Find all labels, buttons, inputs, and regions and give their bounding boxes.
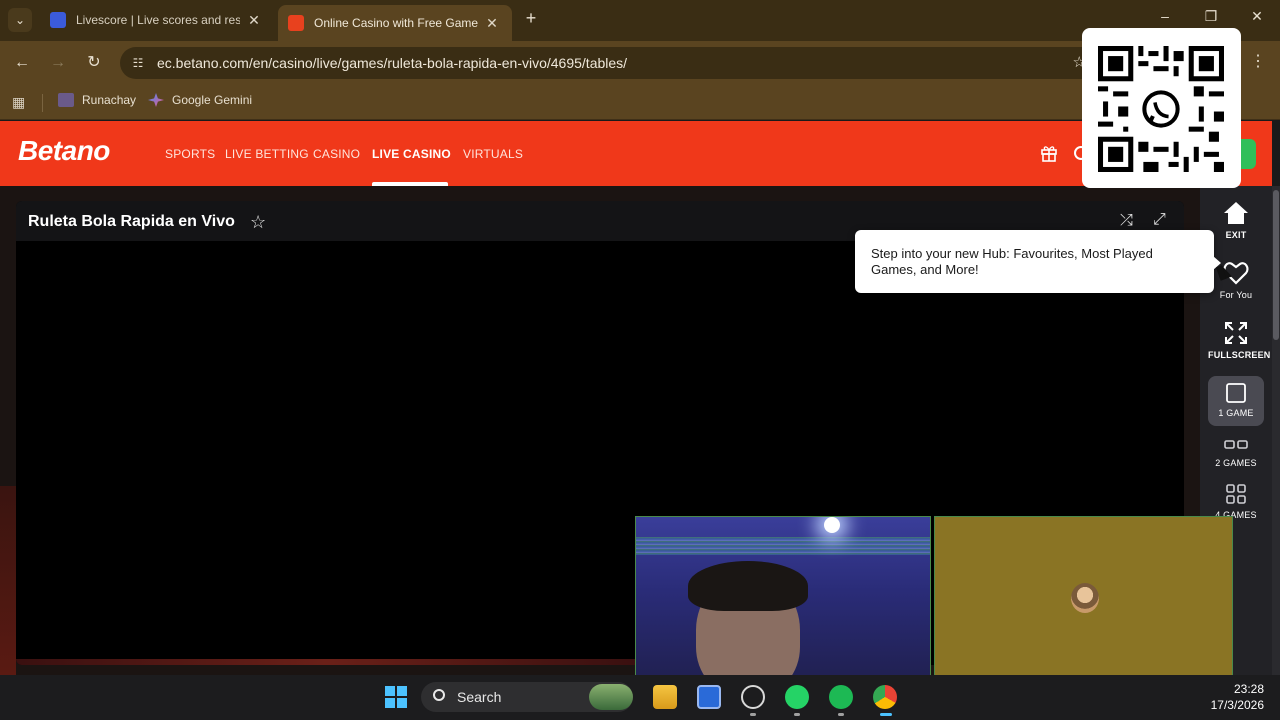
rail-2-games[interactable]: 2 GAMES [1208,436,1264,468]
bookmark-label: Runachay [82,93,137,107]
close-tab-icon[interactable]: ✕ [246,12,262,29]
bookmarks-divider [42,94,43,112]
tooltip-text: Step into your new Hub: Favourites, Most… [871,246,1153,277]
rail-4-games[interactable]: 4 GAMES [1208,482,1264,520]
rail-fullscreen[interactable]: FULLSCREEN [1208,320,1271,360]
clock-date: 17/3/2026 [1210,698,1264,712]
stream-overlay-panel [934,516,1233,682]
hub-tooltip[interactable]: Step into your new Hub: Favourites, Most… [855,230,1221,293]
nav-sports[interactable]: SPORTS [165,147,215,161]
windows-start-icon[interactable] [385,686,407,708]
nav-live-betting[interactable]: LIVE BETTING [225,147,309,161]
close-window-button[interactable]: ✕ [1245,8,1269,25]
home-icon [1224,202,1248,224]
restore-button[interactable]: ❐ [1199,8,1223,25]
address-bar[interactable]: ☷ ec.betano.com/en/casino/live/games/rul… [120,47,1100,79]
two-layout-icon [1224,440,1248,449]
fullscreen-icon [1225,322,1247,344]
rail-label: For You [1219,290,1253,300]
betano-favicon-icon [288,15,304,31]
favourite-star-icon[interactable]: ☆ [250,212,266,233]
bookmark-runachay[interactable]: Runachay [58,93,136,107]
tab-title: Online Casino with Free Games [314,16,478,30]
whatsapp-qr-code [1082,28,1241,188]
search-label: Search [457,689,502,705]
webcam-feed [635,516,931,682]
scrollbar-thumb[interactable] [1273,190,1279,340]
four-layout-icon [1226,484,1246,504]
clock-app-icon[interactable] [741,685,765,709]
minimize-button[interactable]: – [1153,8,1177,24]
running-indicator [750,713,756,716]
apps-grid-icon[interactable]: ▦ [12,94,25,111]
search-highlight-icon [589,684,633,710]
nav-live-casino[interactable]: LIVE CASINO [372,147,451,161]
close-tab-icon[interactable]: ✕ [484,15,500,32]
file-explorer-icon[interactable] [653,685,677,709]
windows-taskbar [0,675,1280,720]
whatsapp-icon[interactable] [785,685,809,709]
gift-icon[interactable] [1040,144,1058,162]
tab-betano-casino[interactable]: Online Casino with Free Games ✕ [278,5,512,41]
tab-title: Livescore | Live scores and resu [76,13,240,27]
qr-code-icon [1098,46,1224,172]
rail-1-game[interactable]: 1 GAME [1208,376,1264,426]
search-icon [433,689,445,701]
streamer-avatar [1071,583,1099,613]
single-layout-icon [1226,383,1246,403]
active-indicator [880,713,892,716]
taskbar-search[interactable]: Search [421,682,633,712]
site-info-icon[interactable]: ☷ [128,53,148,73]
rail-label: EXIT [1225,230,1247,240]
nav-casino[interactable]: CASINO [313,147,360,161]
webcam-interference [636,537,930,555]
livescore-favicon-icon [50,12,66,28]
running-indicator [794,713,800,716]
streamer-hair [688,561,808,611]
url-text[interactable]: ec.betano.com/en/casino/live/games/rulet… [157,55,627,71]
ceiling-light [824,517,840,533]
clock-time: 23:28 [1233,682,1264,696]
reload-button[interactable]: ↻ [82,51,106,75]
chrome-icon[interactable] [873,685,897,709]
betano-logo[interactable]: Betano [18,135,110,167]
forward-button[interactable]: → [46,51,70,75]
game-table-edge [16,659,636,665]
new-tab-button[interactable]: + [520,8,542,29]
system-clock[interactable]: 23:28 17/3/2026 [1200,681,1264,713]
bookmark-label: Google Gemini [172,93,253,107]
nav-virtuals[interactable]: VIRTUALS [463,147,523,161]
calculator-icon[interactable] [697,685,721,709]
running-indicator [838,713,844,716]
back-button[interactable]: ← [10,51,34,75]
runachay-favicon-icon [58,93,74,107]
expand-icon[interactable]: ⤢ [1153,211,1166,229]
rail-label: FULLSCREEN [1208,350,1271,360]
gemini-sparkle-icon [148,93,164,107]
bookmark-google-gemini[interactable]: Google Gemini [148,93,252,107]
browser-menu-icon[interactable]: ⋮ [1250,51,1266,71]
tab-search-button[interactable]: ⌄ [8,8,32,32]
rail-label: 1 GAME [1218,408,1254,418]
shuffle-icon[interactable]: ⤮ [1120,212,1133,230]
tab-livescore[interactable]: Livescore | Live scores and resu ✕ [40,5,274,35]
rail-exit[interactable]: EXIT [1208,200,1264,240]
game-title: Ruleta Bola Rapida en Vivo [28,213,235,230]
rail-label: 2 GAMES [1215,458,1257,468]
spotify-icon[interactable] [829,685,853,709]
